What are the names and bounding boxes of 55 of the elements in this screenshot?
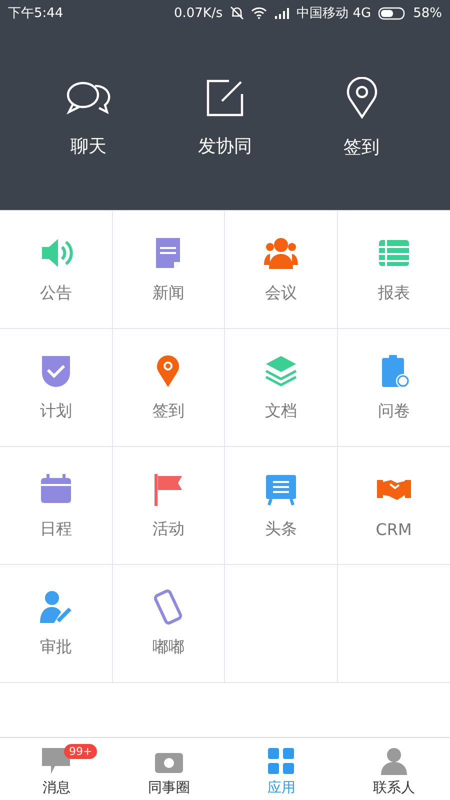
app-tile[interactable]: 签到 (112, 329, 225, 447)
tab-label: 同事圈 (148, 779, 190, 797)
quick-action[interactable]: 签到 (312, 77, 412, 159)
app-label: 签到 (152, 401, 184, 422)
tab-label: 消息 (42, 779, 70, 797)
app-tile[interactable]: 报表 (338, 211, 450, 329)
app-label: 头条 (264, 519, 297, 540)
app-tile[interactable]: 问卷 (338, 329, 450, 447)
app-label: 日程 (40, 519, 72, 540)
app-label: 文档 (264, 401, 297, 422)
person-icon (380, 747, 408, 775)
app-tile[interactable]: CRM (338, 447, 450, 565)
app-tile[interactable]: 新闻 (112, 211, 225, 329)
quick-action-label: 发协同 (198, 135, 252, 158)
tab-label: 应用 (267, 779, 296, 797)
status-time: 下午5:44 (8, 5, 64, 22)
app-label: 新闻 (152, 283, 184, 304)
tab[interactable]: 应用 (225, 738, 338, 800)
quick-action-label: 聊天 (70, 135, 106, 158)
quick-action[interactable]: 聊天 (38, 78, 138, 158)
app-label: CRM (376, 520, 412, 539)
network-speed: 0.07K/s (174, 6, 223, 20)
app-tile[interactable]: 文档 (225, 329, 338, 447)
app-tile[interactable]: 嘟嘟 (112, 565, 225, 683)
app-label: 公告 (40, 283, 72, 304)
grid-icon (267, 747, 296, 775)
tab[interactable]: 同事圈 (112, 738, 225, 800)
app-tile[interactable]: 计划 (0, 329, 112, 447)
tab-label: 联系人 (372, 779, 415, 797)
muted-bell-icon (230, 6, 244, 20)
quick-action-label: 签到 (344, 136, 380, 159)
app-label: 审批 (40, 637, 72, 658)
battery-icon (378, 6, 406, 20)
app-label: 报表 (378, 283, 410, 304)
app-label: 会议 (264, 283, 297, 304)
battery-percentage: 58% (413, 6, 442, 20)
app-label: 活动 (152, 519, 184, 540)
app-tile[interactable]: 公告 (0, 211, 112, 329)
app-tile[interactable]: 活动 (112, 447, 225, 565)
app-tile[interactable]: 会议 (225, 211, 338, 329)
carrier-name: 中国移动 4G (296, 5, 372, 22)
signal-icon (274, 7, 290, 19)
app-tile[interactable]: 审批 (0, 565, 112, 683)
tab[interactable]: 99+ 消息 (0, 738, 112, 800)
tab[interactable]: 联系人 (338, 738, 450, 800)
app-tile[interactable]: 日程 (0, 447, 112, 565)
app-label: 嘟嘟 (152, 637, 184, 658)
quick-action[interactable]: 发协同 (174, 78, 275, 158)
edit-icon (204, 78, 245, 118)
message-icon (41, 747, 72, 775)
wifi-icon (250, 7, 267, 19)
app-tile[interactable]: 头条 (225, 447, 338, 565)
app-label: 计划 (40, 401, 72, 422)
unread-badge: 99+ (64, 744, 98, 759)
app-label: 问卷 (378, 401, 410, 422)
